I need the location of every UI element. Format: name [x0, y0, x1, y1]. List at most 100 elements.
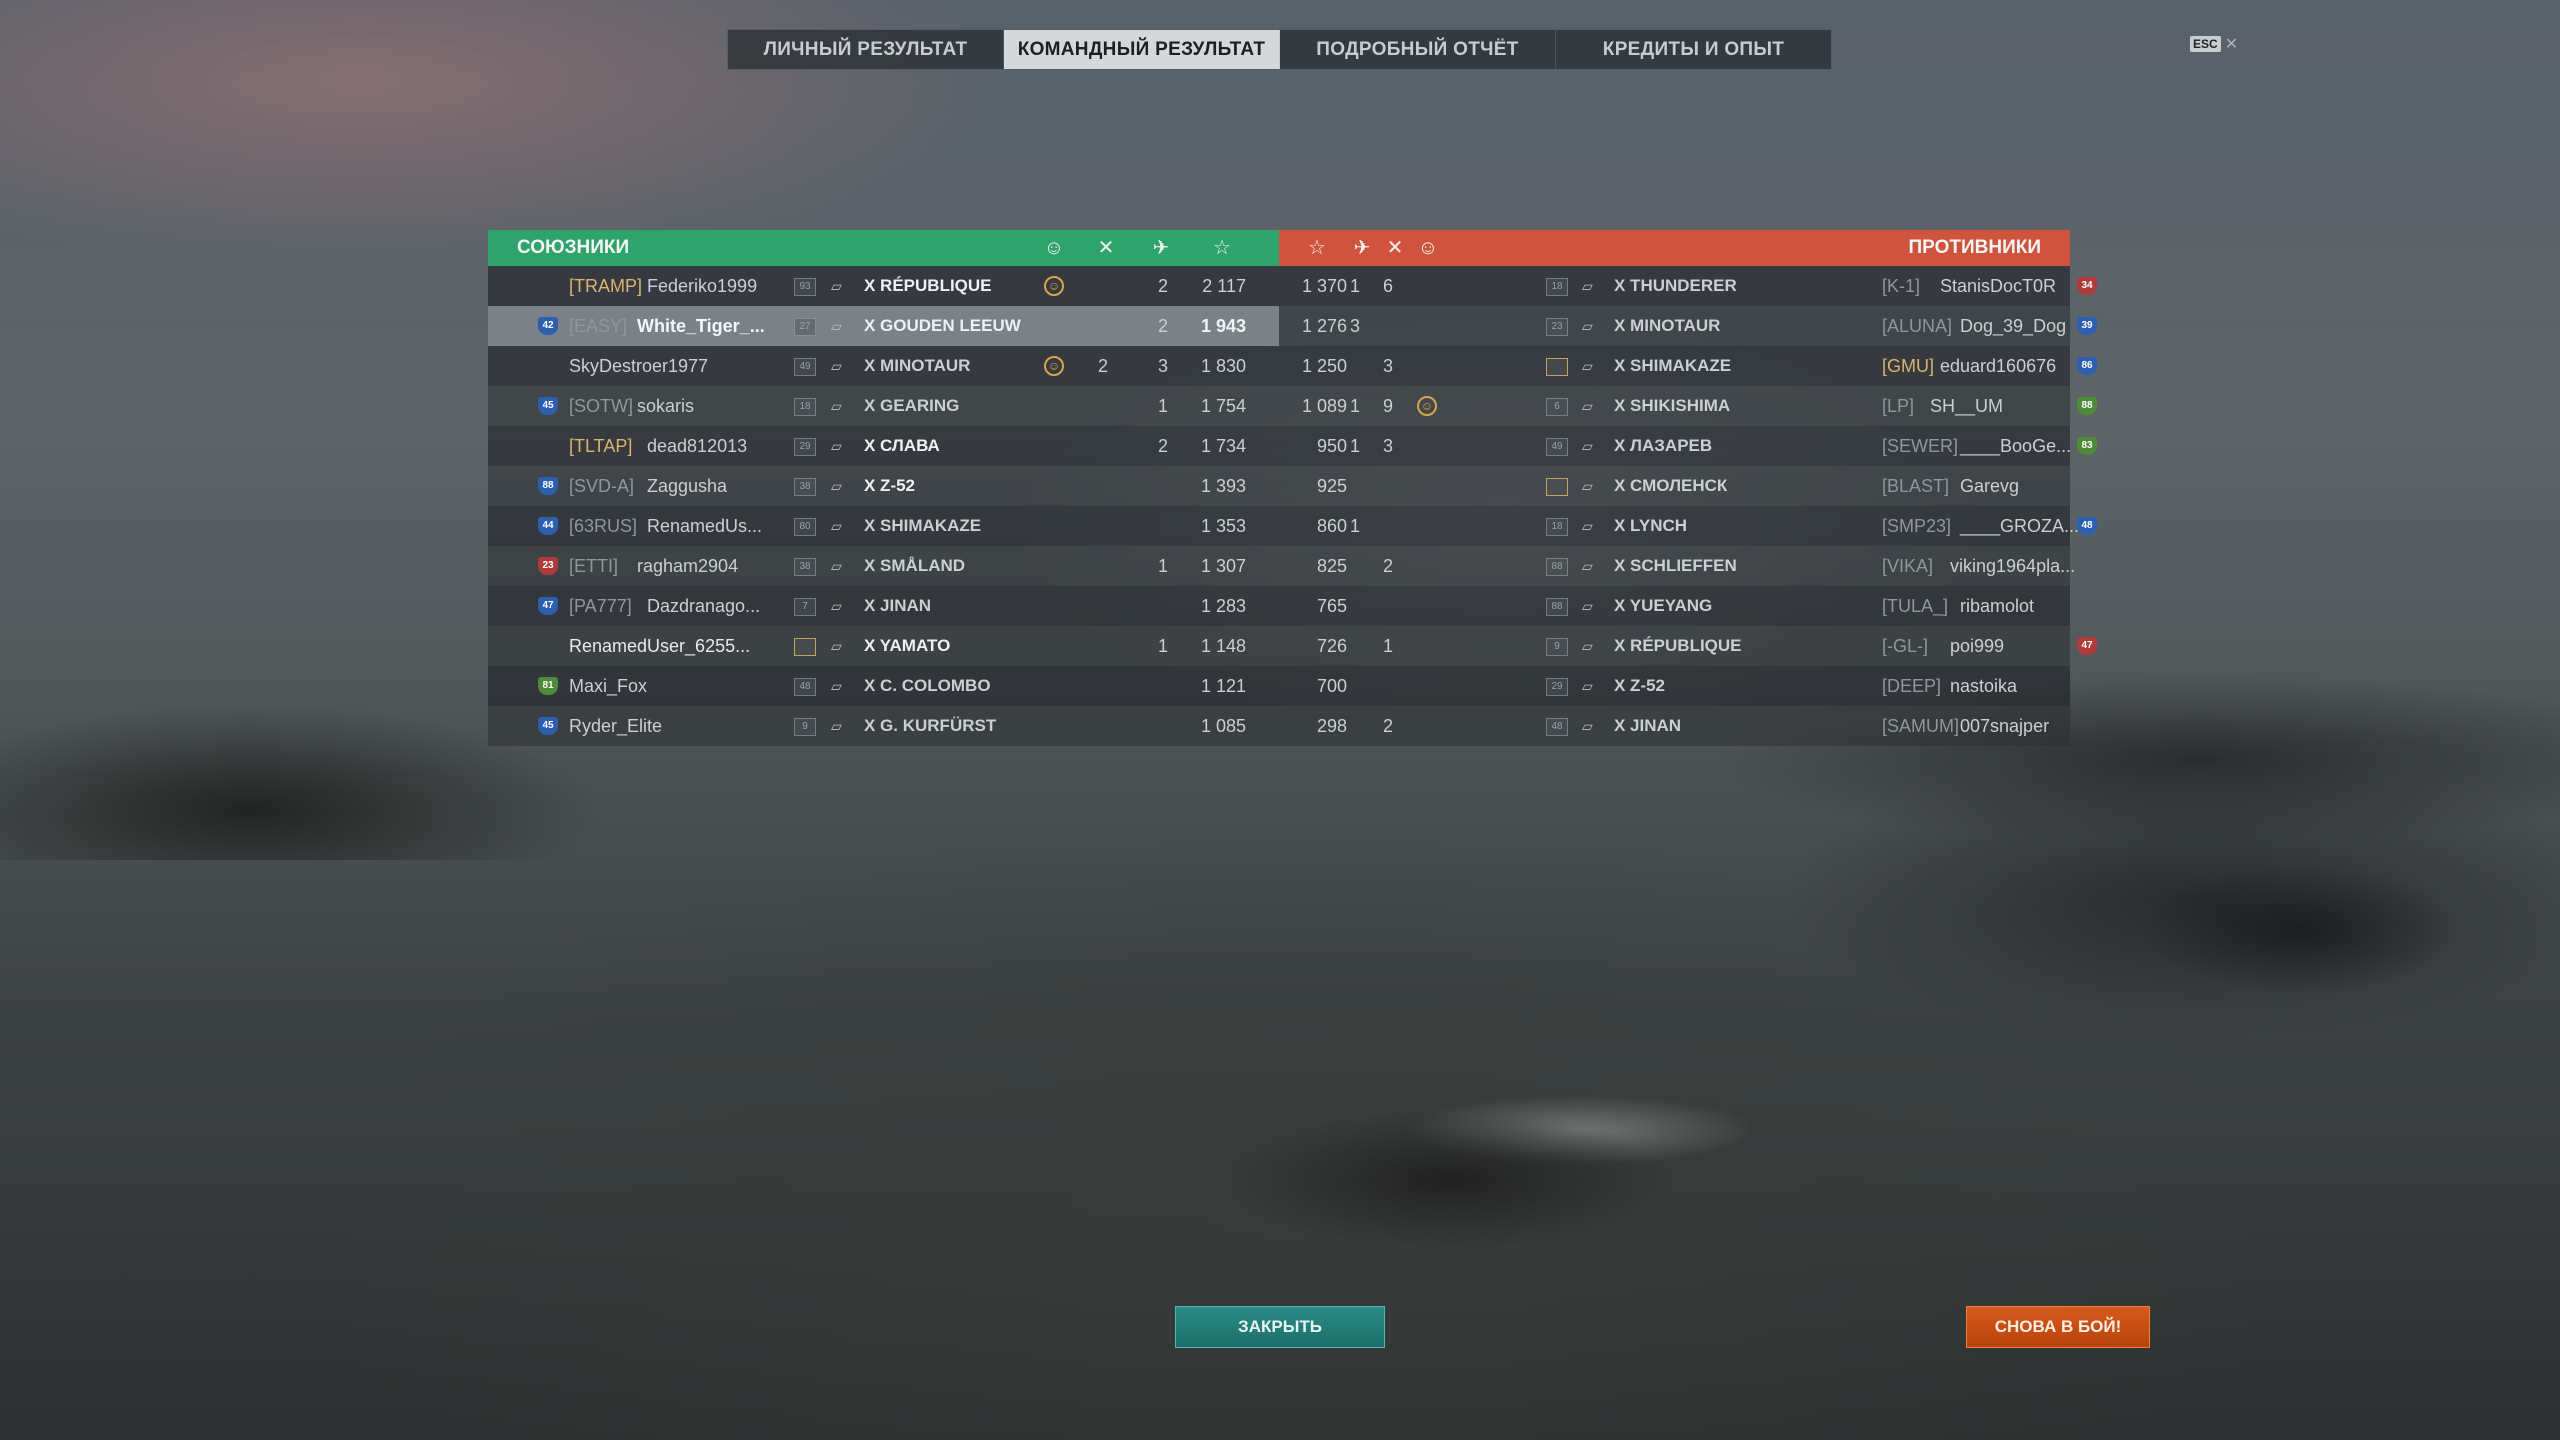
clan-tag: [GMU]	[1882, 356, 1934, 376]
player-name: 007snajper	[1960, 716, 2050, 736]
planes-count	[1334, 626, 1360, 666]
kills-count	[1369, 586, 1393, 626]
clan-tag: [SAMUM]	[1882, 716, 1960, 736]
kills-count: 2	[1382, 556, 1393, 576]
close-icon: ✕	[2224, 36, 2239, 53]
player-name: Dog_39_Dog	[1960, 316, 2067, 336]
xp-value: 2 117	[1202, 276, 1246, 296]
ally-row[interactable]: 23 [ETTI] ragham2904 38 ▱ X SMÅLAND 1 1 307	[488, 546, 1279, 586]
ship-name: X C. COLOMBO	[864, 676, 991, 695]
ally-row[interactable]: 47 [PA777] Dazdranago... 7 ▱ X JINAN 1 283	[488, 586, 1279, 626]
level-badge: 6	[1546, 398, 1568, 416]
ship-name: X GEARING	[864, 396, 960, 415]
ship-name: X SHIKISHIMA	[1614, 396, 1731, 415]
player-name: Dazdranago...	[647, 596, 761, 616]
level-badge: 9	[1546, 638, 1568, 656]
rank-badge: 88	[2077, 397, 2097, 415]
enemy-row[interactable]: 825 2 88 ▱ X SCHLIEFFEN [VIKA] viking1964pla..…	[1279, 546, 2075, 586]
close-button[interactable]: ЗАКРЫТЬ	[1175, 1306, 1385, 1348]
enemy-row[interactable]: 1 250 3 ▱ X SHIMAKAZE [GMU] eduard160676 86	[1279, 346, 2097, 386]
xp-value: 1 121	[1200, 676, 1246, 696]
ally-row[interactable]: 42 [EASY] White_Tiger_... 27 ▱ X GOUDEN LEEUW…	[488, 306, 1279, 346]
ship-name: X JINAN	[1614, 716, 1682, 735]
ally-row[interactable]: 45 [SOTW] sokaris 18 ▱ X GEARING 1 1 754	[488, 386, 1279, 426]
enemy-row[interactable]: 1 370 1 6 18 ▱ X THUNDERER [K-1] StanisDocT0R 34	[1279, 266, 2097, 306]
kills-count	[1078, 306, 1108, 346]
results-tabs: ЛИЧНЫЙ РЕЗУЛЬТАТ КОМАНДНЫЙ РЕЗУЛЬТАТ ПОД…	[727, 29, 1832, 70]
ship-name: X SHIMAKAZE	[864, 516, 982, 535]
ally-row[interactable]: 88 [SVD-A] Zaggusha 38 ▱ X Z-52 1 393	[488, 466, 1279, 506]
ally-row[interactable]: [TLTAP] dead812013 29 ▱ X СЛАВА 2 1 734	[488, 426, 1279, 466]
level-badge: 48	[794, 678, 816, 696]
planes-count: 1	[1349, 516, 1360, 536]
rank-badge: 45	[538, 397, 558, 415]
ship-name: X RÉPUBLIQUE	[1614, 636, 1742, 655]
player-name: viking1964pla...	[1950, 556, 2076, 576]
level-badge: 23	[1546, 318, 1568, 336]
ship-class-icon: ▱	[831, 478, 842, 494]
enemy-row[interactable]: 950 1 3 49 ▱ X ЛАЗАРЕВ [SEWER] ____BooGe... 83	[1279, 426, 2097, 466]
ship-name: X SMÅLAND	[864, 556, 966, 575]
battle-again-button[interactable]: СНОВА В БОЙ!	[1966, 1306, 2150, 1348]
planes-count: 1	[1157, 556, 1168, 576]
rank-badge: 34	[2077, 277, 2097, 295]
enemy-row[interactable]: 860 1 18 ▱ X LYNCH [SMP23] ____GROZA... 48	[1279, 506, 2097, 546]
kills-count: 6	[1382, 276, 1393, 296]
clan-tag: [K-1]	[1882, 276, 1921, 296]
leader-badge	[1546, 358, 1568, 376]
kills-count: 2	[1097, 356, 1108, 376]
clan-tag: [-GL-]	[1882, 636, 1929, 656]
level-badge: 29	[1546, 678, 1568, 696]
clan-tag: [SVD-A]	[569, 476, 635, 496]
ally-row[interactable]: 81 Maxi_Fox 48 ▱ X C. COLOMBO 1 121	[488, 666, 1279, 706]
kills-icon: ✕	[1386, 237, 1404, 259]
enemies-list: 1 370 1 6 18 ▱ X THUNDERER [K-1] StanisDocT0R 34…	[1279, 266, 2097, 746]
tab-detailed-report[interactable]: ПОДРОБНЫЙ ОТЧЁТ	[1280, 30, 1556, 69]
kills-count: 3	[1382, 356, 1393, 376]
ship-name: X ЛАЗАРЕВ	[1614, 436, 1713, 455]
kills-count	[1369, 466, 1393, 506]
clan-tag: [TRAMP]	[569, 276, 643, 296]
planes-count: 2	[1157, 436, 1168, 456]
planes-count: 3	[1349, 316, 1360, 336]
ship-name: X MINOTAUR	[1614, 316, 1721, 335]
rank-badge: 48	[2077, 517, 2097, 535]
tab-credits-xp[interactable]: КРЕДИТЫ И ОПЫТ	[1556, 30, 1831, 69]
kills-count	[1078, 546, 1108, 586]
kills-count	[1078, 266, 1108, 306]
background-ship	[1100, 980, 1800, 1300]
clan-tag: [BLAST]	[1882, 476, 1950, 496]
player-name: Ryder_Elite	[569, 716, 663, 736]
tab-team-result[interactable]: КОМАНДНЫЙ РЕЗУЛЬТАТ	[1004, 30, 1280, 69]
ally-row[interactable]: RenamedUser_6255... ▱ X YAMATO 1 1 148	[488, 626, 1279, 666]
level-badge: 18	[794, 398, 816, 416]
clan-tag: [ALUNA]	[1882, 316, 1953, 336]
ship-name: X СМОЛЕНСК	[1614, 476, 1728, 495]
level-badge: 80	[794, 518, 816, 536]
clan-tag: [63RUS]	[569, 516, 638, 536]
ship-class-icon: ▱	[831, 318, 842, 334]
kills-icon: ✕	[1097, 237, 1115, 259]
enemy-row[interactable]: 1 276 3 23 ▱ X MINOTAUR [ALUNA] Dog_39_Dog 39	[1279, 306, 2097, 346]
esc-close[interactable]: ESC ✕	[2190, 34, 2238, 54]
enemy-row[interactable]: 298 2 48 ▱ X JINAN [SAMUM] 007snajper	[1279, 706, 2070, 746]
enemy-row[interactable]: 700 29 ▱ X Z-52 [DEEP] nastoika	[1279, 666, 2070, 706]
ally-row[interactable]: [TRAMP] Federiko1999 93 ▱ X RÉPUBLIQUE ☺ 2 2 11…	[488, 266, 1279, 306]
enemy-row[interactable]: 1 089 1 9 ☺ 6 ▱ X SHIKISHIMA [LP] SH__UM 88	[1279, 386, 2097, 426]
ship-class-icon: ▱	[1582, 318, 1593, 334]
ally-row[interactable]: 45 Ryder_Elite 9 ▱ X G. KURFÜRST 1 085	[488, 706, 1279, 746]
ally-row[interactable]: SkyDestroer1977 49 ▱ X MINOTAUR ☺ 2 3 1 830	[488, 346, 1279, 386]
tab-personal-result[interactable]: ЛИЧНЫЙ РЕЗУЛЬТАТ	[728, 30, 1004, 69]
planes-count	[1334, 666, 1360, 706]
enemy-row[interactable]: 726 1 9 ▱ X RÉPUBLIQUE [-GL-] poi999 47	[1279, 626, 2097, 666]
enemy-row[interactable]: 925 ▱ X СМОЛЕНСК [BLAST] Garevg	[1279, 466, 2070, 506]
clan-tag: [SMP23]	[1882, 516, 1952, 536]
enemy-row[interactable]: 765 88 ▱ X YUEYANG [TULA_] ribamolot	[1279, 586, 2070, 626]
ship-class-icon: ▱	[1582, 278, 1593, 294]
planes-count: 1	[1157, 396, 1168, 416]
kills-count	[1078, 386, 1108, 426]
planes-count: 2	[1157, 276, 1168, 296]
ally-row[interactable]: 44 [63RUS] RenamedUs... 80 ▱ X SHIMAKAZE 1 353	[488, 506, 1279, 546]
allies-title: СОЮЗНИКИ	[517, 237, 630, 258]
player-name: RenamedUs...	[647, 516, 763, 536]
